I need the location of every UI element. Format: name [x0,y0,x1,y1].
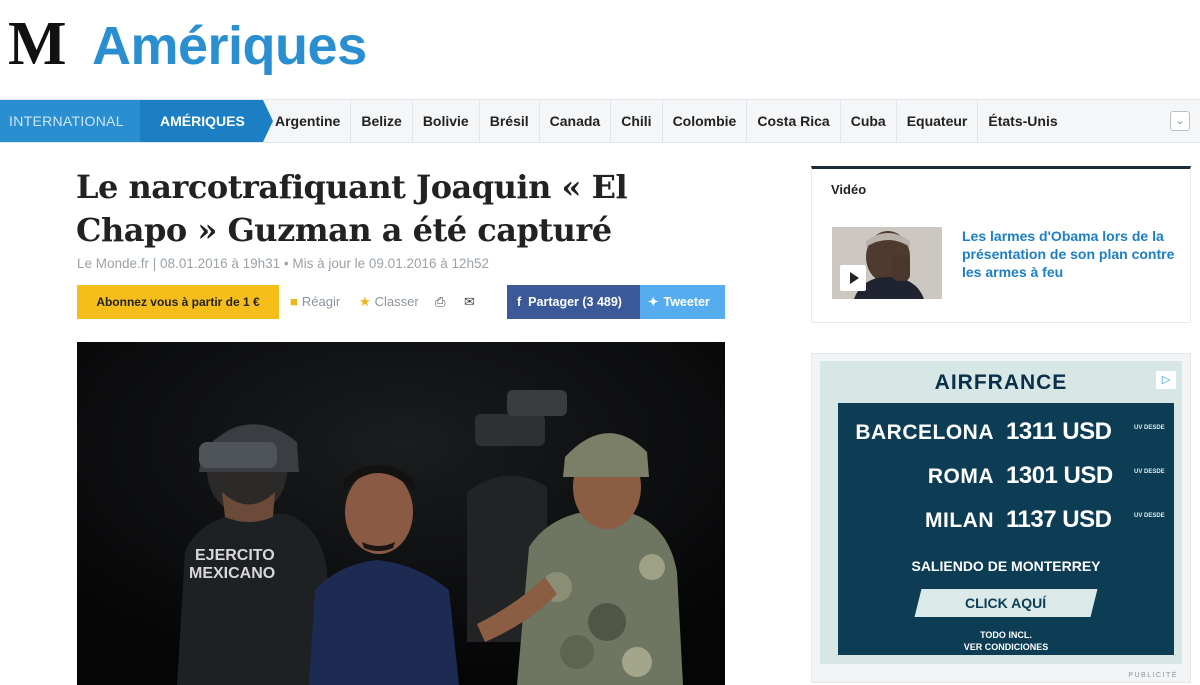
video-title-link[interactable]: Les larmes d'Obama lors de la présentati… [962,227,1177,281]
article-toolbar: Abonnez vous à partir de 1 € ■ Réagir ★ Cl… [77,285,725,319]
ad-fine-print: UV DESDE [1134,513,1165,519]
nav-international[interactable]: INTERNATIONAL [0,100,140,142]
ad-city: MILAN [925,509,994,532]
ad-offer-row: MILAN 1137 USD UV DESDE [838,506,1174,543]
chevron-down-icon[interactable]: ⌄ [1170,111,1190,131]
twitter-share-button[interactable]: ✦ Tweeter [640,285,725,319]
vest-text: EJERCITO [195,547,275,564]
subscribe-button[interactable]: Abonnez vous à partir de 1 € [77,285,279,319]
twitter-icon: ✦ [648,295,659,309]
react-button[interactable]: ■ Réagir [290,285,340,319]
video-widget: Vidéo Les larmes d'Obama lors de la prés… [811,166,1191,323]
article-photo[interactable]: EJERCITO MEXICANO [77,342,725,685]
print-icon[interactable]: ⎙ [435,285,445,319]
nav-ameriques[interactable]: AMÉRIQUES [140,100,263,142]
save-label: Classer [374,294,419,309]
ad-fine-print: UV DESDE [1134,469,1165,475]
ad-city: BARCELONA [855,421,994,444]
nav-item-country[interactable]: Argentine [265,100,352,142]
video-section-label: Vidéo [831,182,867,197]
vest-text: MEXICANO [189,565,275,582]
ad-brand: AIRFRANCE [934,371,1068,394]
video-thumbnail[interactable] [832,227,942,299]
adchoices-icon[interactable]: ▷ [1156,371,1176,389]
ad-click-button[interactable]: CLICK AQUÍ [914,589,1098,617]
nav-item-country[interactable]: Canada [540,100,612,142]
star-icon: ★ [359,294,371,309]
ad-offer-panel: BARCELONA 1311 USD UV DESDE ROMA 1301 US… [838,403,1174,655]
comment-icon: ■ [290,294,298,309]
nav-item-country[interactable]: États-Unis [978,100,1067,142]
section-title[interactable]: Amériques [92,14,367,78]
article-headline: Le narcotrafiquant Joaquin « El Chapo » … [76,168,628,249]
nav-item-country[interactable]: Colombie [663,100,748,142]
ad-offer-row: ROMA 1301 USD UV DESDE [838,462,1174,499]
nav-item-country[interactable]: Costa Rica [747,100,841,142]
ad-price: 1137 USD [1006,506,1112,533]
ad-price: 1311 USD [1006,418,1112,445]
nav-item-country[interactable]: Chili [611,100,663,142]
ad-city: ROMA [927,465,994,488]
twitter-share-label: Tweeter [663,295,710,309]
save-button[interactable]: ★ Classer [359,285,419,319]
advertisement: AIRFRANCE ▷ BARCELONA 1311 USD UV DESDE … [811,353,1191,683]
ad-offer-row: BARCELONA 1311 USD UV DESDE [838,418,1174,455]
air-france-ad[interactable]: AIRFRANCE ▷ BARCELONA 1311 USD UV DESDE … [820,361,1182,664]
article-meta: Le Monde.fr | 08.01.2016 à 19h31 • Mis à… [77,256,490,271]
nav-item-country[interactable]: Equateur [897,100,979,142]
ad-legal: TODO INCL. VER CONDICIONES [838,629,1174,653]
ad-conditions-link[interactable]: VER CONDICIONES [838,641,1174,653]
nav-country-list: Argentine Belize Bolivie Brésil Canada C… [265,100,1068,142]
play-icon[interactable] [840,265,866,291]
mail-icon[interactable]: ✉ [464,285,475,319]
facebook-share-label: Partager (3 489) [528,295,622,309]
nav-item-country[interactable]: Bolivie [413,100,480,142]
ad-legal-line: TODO INCL. [980,630,1032,640]
ad-label: PUBLICITÉ [1128,672,1178,679]
ad-price: 1301 USD [1006,462,1113,489]
site-header: M Amériques [0,0,1200,98]
nav-item-country[interactable]: Belize [351,100,413,142]
photo-illustration: EJERCITO MEXICANO [77,342,725,685]
le-monde-logo[interactable]: M [8,13,76,75]
nav-item-country[interactable]: Brésil [480,100,540,142]
facebook-share-button[interactable]: f Partager (3 489) [507,285,640,319]
section-nav: INTERNATIONAL AMÉRIQUES Argentine Belize… [0,99,1200,143]
nav-item-country[interactable]: Cuba [841,100,897,142]
ad-click-label: CLICK AQUÍ [965,595,1047,611]
react-label: Réagir [301,294,341,309]
ad-departure: SALIENDO DE MONTERREY [911,558,1101,574]
ad-fine-print: UV DESDE [1134,425,1165,431]
facebook-icon: f [517,295,522,309]
